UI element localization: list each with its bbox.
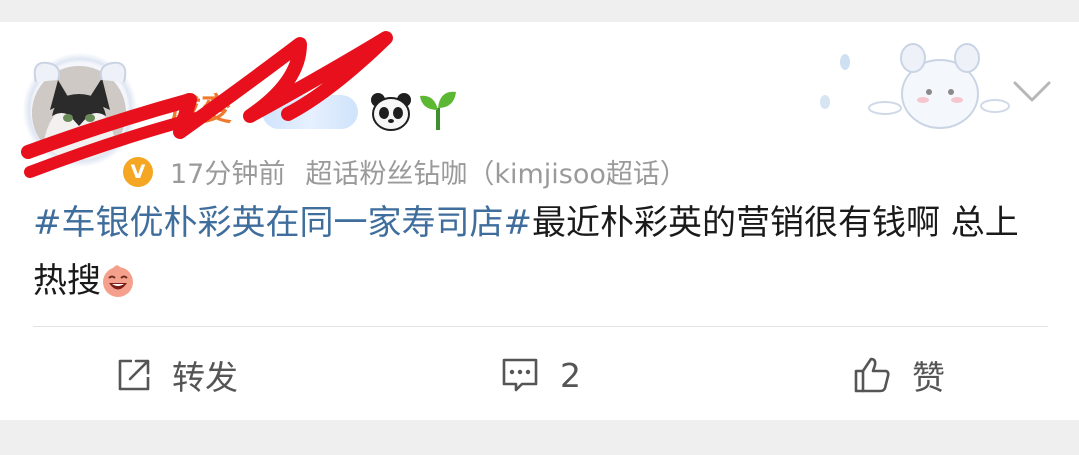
comment-count: 2: [560, 355, 581, 395]
thumbs-up-icon: [854, 357, 890, 393]
verified-badge-icon: V: [120, 154, 156, 190]
sprout-emoji-icon: [418, 88, 458, 136]
post-content: #车银优朴彩英在同一家寿司店#最近朴彩英的营销很有钱啊 总上热搜: [33, 194, 1043, 316]
post-meta: 17分钟前 超话粉丝钻咖（kimjisoo超话）: [170, 152, 687, 191]
user-tag-badge[interactable]: [262, 95, 358, 129]
panda-emoji-icon: [370, 92, 412, 136]
decorative-sticker: [805, 32, 1015, 146]
weibo-post-card: V 成变 17分钟前 超话粉丝钻咖（kimjisoo超话） #车银优朴彩英在同一…: [0, 22, 1079, 420]
post-source[interactable]: 超话粉丝钻咖（kimjisoo超话）: [305, 159, 687, 190]
comment-icon: [502, 358, 538, 392]
topic-link[interactable]: #车银优朴彩英在同一家寿司店#: [33, 203, 532, 243]
repost-button[interactable]: 转发: [116, 352, 238, 398]
username[interactable]: 成变: [170, 84, 232, 129]
like-label: 赞: [912, 358, 945, 397]
avatar[interactable]: V: [22, 52, 156, 190]
share-icon: [118, 359, 150, 391]
like-button[interactable]: 赞: [852, 352, 945, 398]
repost-label: 转发: [172, 358, 238, 397]
chevron-down-icon[interactable]: [1012, 80, 1052, 108]
post-time: 17分钟前: [170, 159, 286, 190]
divider: [33, 326, 1048, 327]
comment-button[interactable]: 2: [500, 352, 581, 398]
laughing-emoji-icon: [101, 258, 135, 316]
